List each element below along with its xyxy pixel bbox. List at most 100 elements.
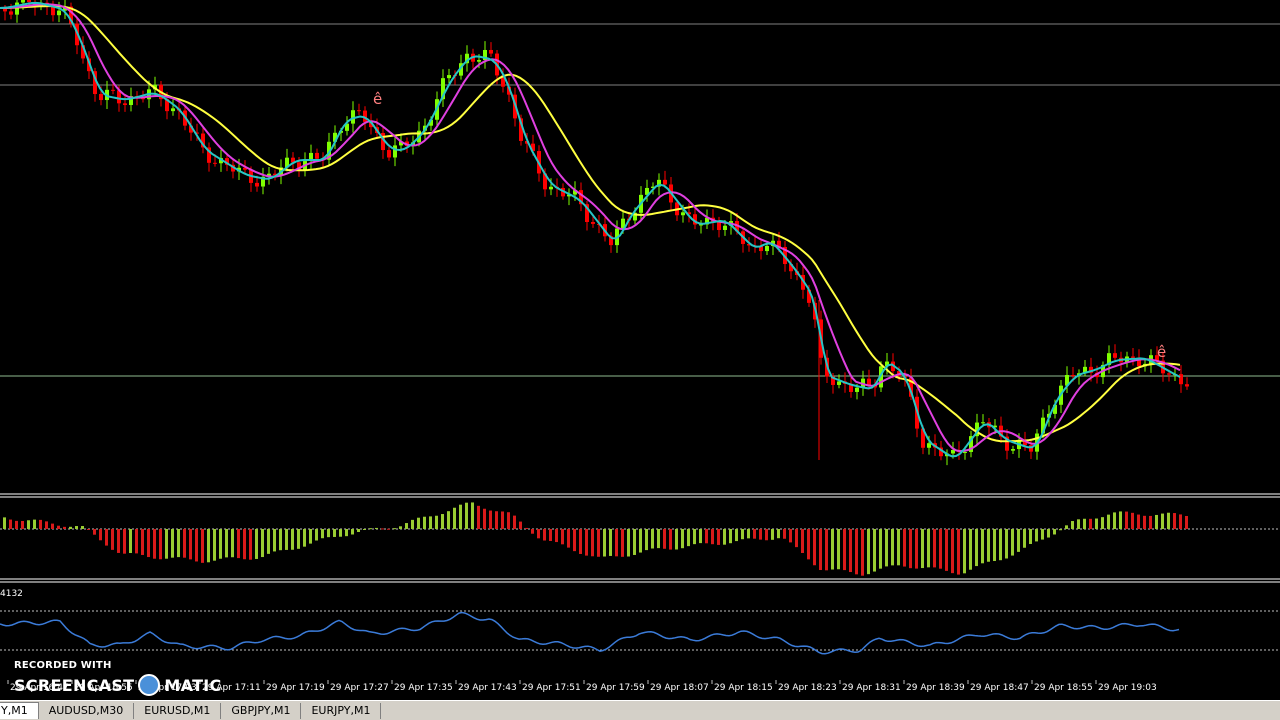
histogram-bar [207, 529, 210, 563]
histogram-bar [645, 529, 648, 551]
histogram-bar [849, 529, 852, 573]
histogram-bar [765, 529, 768, 541]
histogram-bar [261, 529, 264, 558]
candle-body [681, 212, 685, 216]
candle-body [27, 0, 31, 2]
histogram-bar [147, 529, 150, 558]
histogram-bar [507, 512, 510, 529]
histogram-bar [879, 529, 882, 569]
histogram-bar [759, 529, 762, 540]
histogram-bar [1035, 529, 1038, 542]
candle-body [9, 11, 13, 15]
histogram-bar [651, 529, 654, 549]
histogram-bar [1167, 512, 1170, 529]
histogram-bar [297, 529, 300, 549]
histogram-bar [183, 529, 186, 558]
histogram-bar [21, 520, 24, 529]
histogram-bar [585, 529, 588, 556]
candle-body [765, 246, 769, 252]
histogram-bar [1083, 518, 1086, 529]
histogram-bar [267, 529, 270, 554]
candle-body [255, 182, 259, 187]
histogram-bar [249, 529, 252, 560]
tab-eurjpy-m1[interactable]: EURJPY,M1 [301, 702, 382, 719]
time-label: 29 Apr 17:43 [458, 683, 517, 693]
candle-body [981, 422, 985, 424]
histogram-bar [243, 529, 246, 560]
histogram-bar [3, 517, 6, 529]
histogram-bar [465, 502, 468, 529]
histogram-bar [1047, 529, 1050, 538]
histogram-bar [1053, 529, 1056, 535]
histogram-bar [111, 529, 114, 550]
candle-body [393, 145, 397, 158]
histogram-bar [9, 519, 12, 529]
histogram-bar [537, 529, 540, 539]
histogram-bar [135, 529, 138, 554]
tab-gbpjpy-m1[interactable]: GBPJPY,M1 [221, 702, 302, 719]
histogram-bar [225, 529, 228, 558]
histogram-bar [351, 529, 354, 535]
histogram-bar [741, 529, 744, 540]
candle-body [1179, 374, 1183, 385]
histogram-bar [903, 529, 906, 567]
tab-chart-1[interactable]: Y,M1 [0, 702, 39, 719]
candle-body [1071, 374, 1075, 376]
candle-body [963, 451, 967, 453]
histogram-bar [387, 528, 390, 530]
histogram-bar [657, 529, 660, 549]
pane-separator[interactable] [0, 578, 1280, 583]
histogram-bar [1179, 514, 1182, 529]
histogram-bar [381, 528, 384, 530]
histogram-bar [459, 504, 462, 529]
marker-glyph: ê [1157, 343, 1166, 361]
tab-eurusd-m1[interactable]: EURUSD,M1 [134, 702, 222, 719]
histogram-bar [393, 528, 396, 530]
watermark-brand-right: MATIC [164, 675, 222, 695]
time-label: 29 Apr 18:55 [1034, 683, 1093, 693]
time-label: 29 Apr 17:59 [586, 683, 645, 693]
histogram-bar [1149, 515, 1152, 529]
histogram-bar [483, 508, 486, 529]
price-chart[interactable]: ê ê 4132 29 Apr 16:47 29 Apr 16:55 29 Apr … [0, 0, 1280, 700]
histogram-bar [441, 514, 444, 529]
histogram-bar [63, 526, 66, 529]
histogram-bar [597, 529, 600, 557]
histogram-bar [993, 529, 996, 562]
histogram-bar [417, 517, 420, 529]
histogram-bar [165, 529, 168, 559]
oscillator-value-label: 4132 [0, 589, 23, 599]
histogram-bar [891, 529, 894, 566]
histogram-bar [675, 529, 678, 550]
histogram-bar [627, 529, 630, 557]
histogram-bar [855, 529, 858, 575]
histogram-bar [93, 529, 96, 535]
watermark-brand-left: SCREENCAST [14, 675, 135, 695]
candle-body [357, 110, 361, 112]
candle-body [1113, 353, 1117, 358]
histogram-bar [219, 529, 222, 559]
histogram-bar [303, 529, 306, 547]
ma-fast-line [0, 1, 1181, 458]
histogram-bar [321, 529, 324, 539]
histogram-bar [501, 511, 504, 529]
candle-body [489, 49, 493, 54]
histogram-bar [75, 526, 78, 529]
histogram-bar [1107, 514, 1110, 529]
histogram-bar [1023, 529, 1026, 548]
histogram-bar [15, 520, 18, 529]
histogram-bar [99, 529, 102, 541]
histogram-bar [987, 529, 990, 562]
tab-audusd-m30[interactable]: AUDUSD,M30 [39, 702, 135, 719]
histogram-bar [549, 529, 552, 541]
histogram-bar [105, 529, 108, 546]
time-label: 29 Apr 17:35 [394, 683, 453, 693]
time-label: 29 Apr 17:19 [266, 683, 325, 693]
histogram-bar [27, 520, 30, 529]
histogram-bar [819, 529, 822, 571]
histogram-bar [171, 529, 174, 558]
histogram-bar [963, 529, 966, 574]
pane-separator[interactable] [0, 493, 1280, 498]
histogram-bar [177, 529, 180, 558]
candle-body [867, 378, 871, 386]
